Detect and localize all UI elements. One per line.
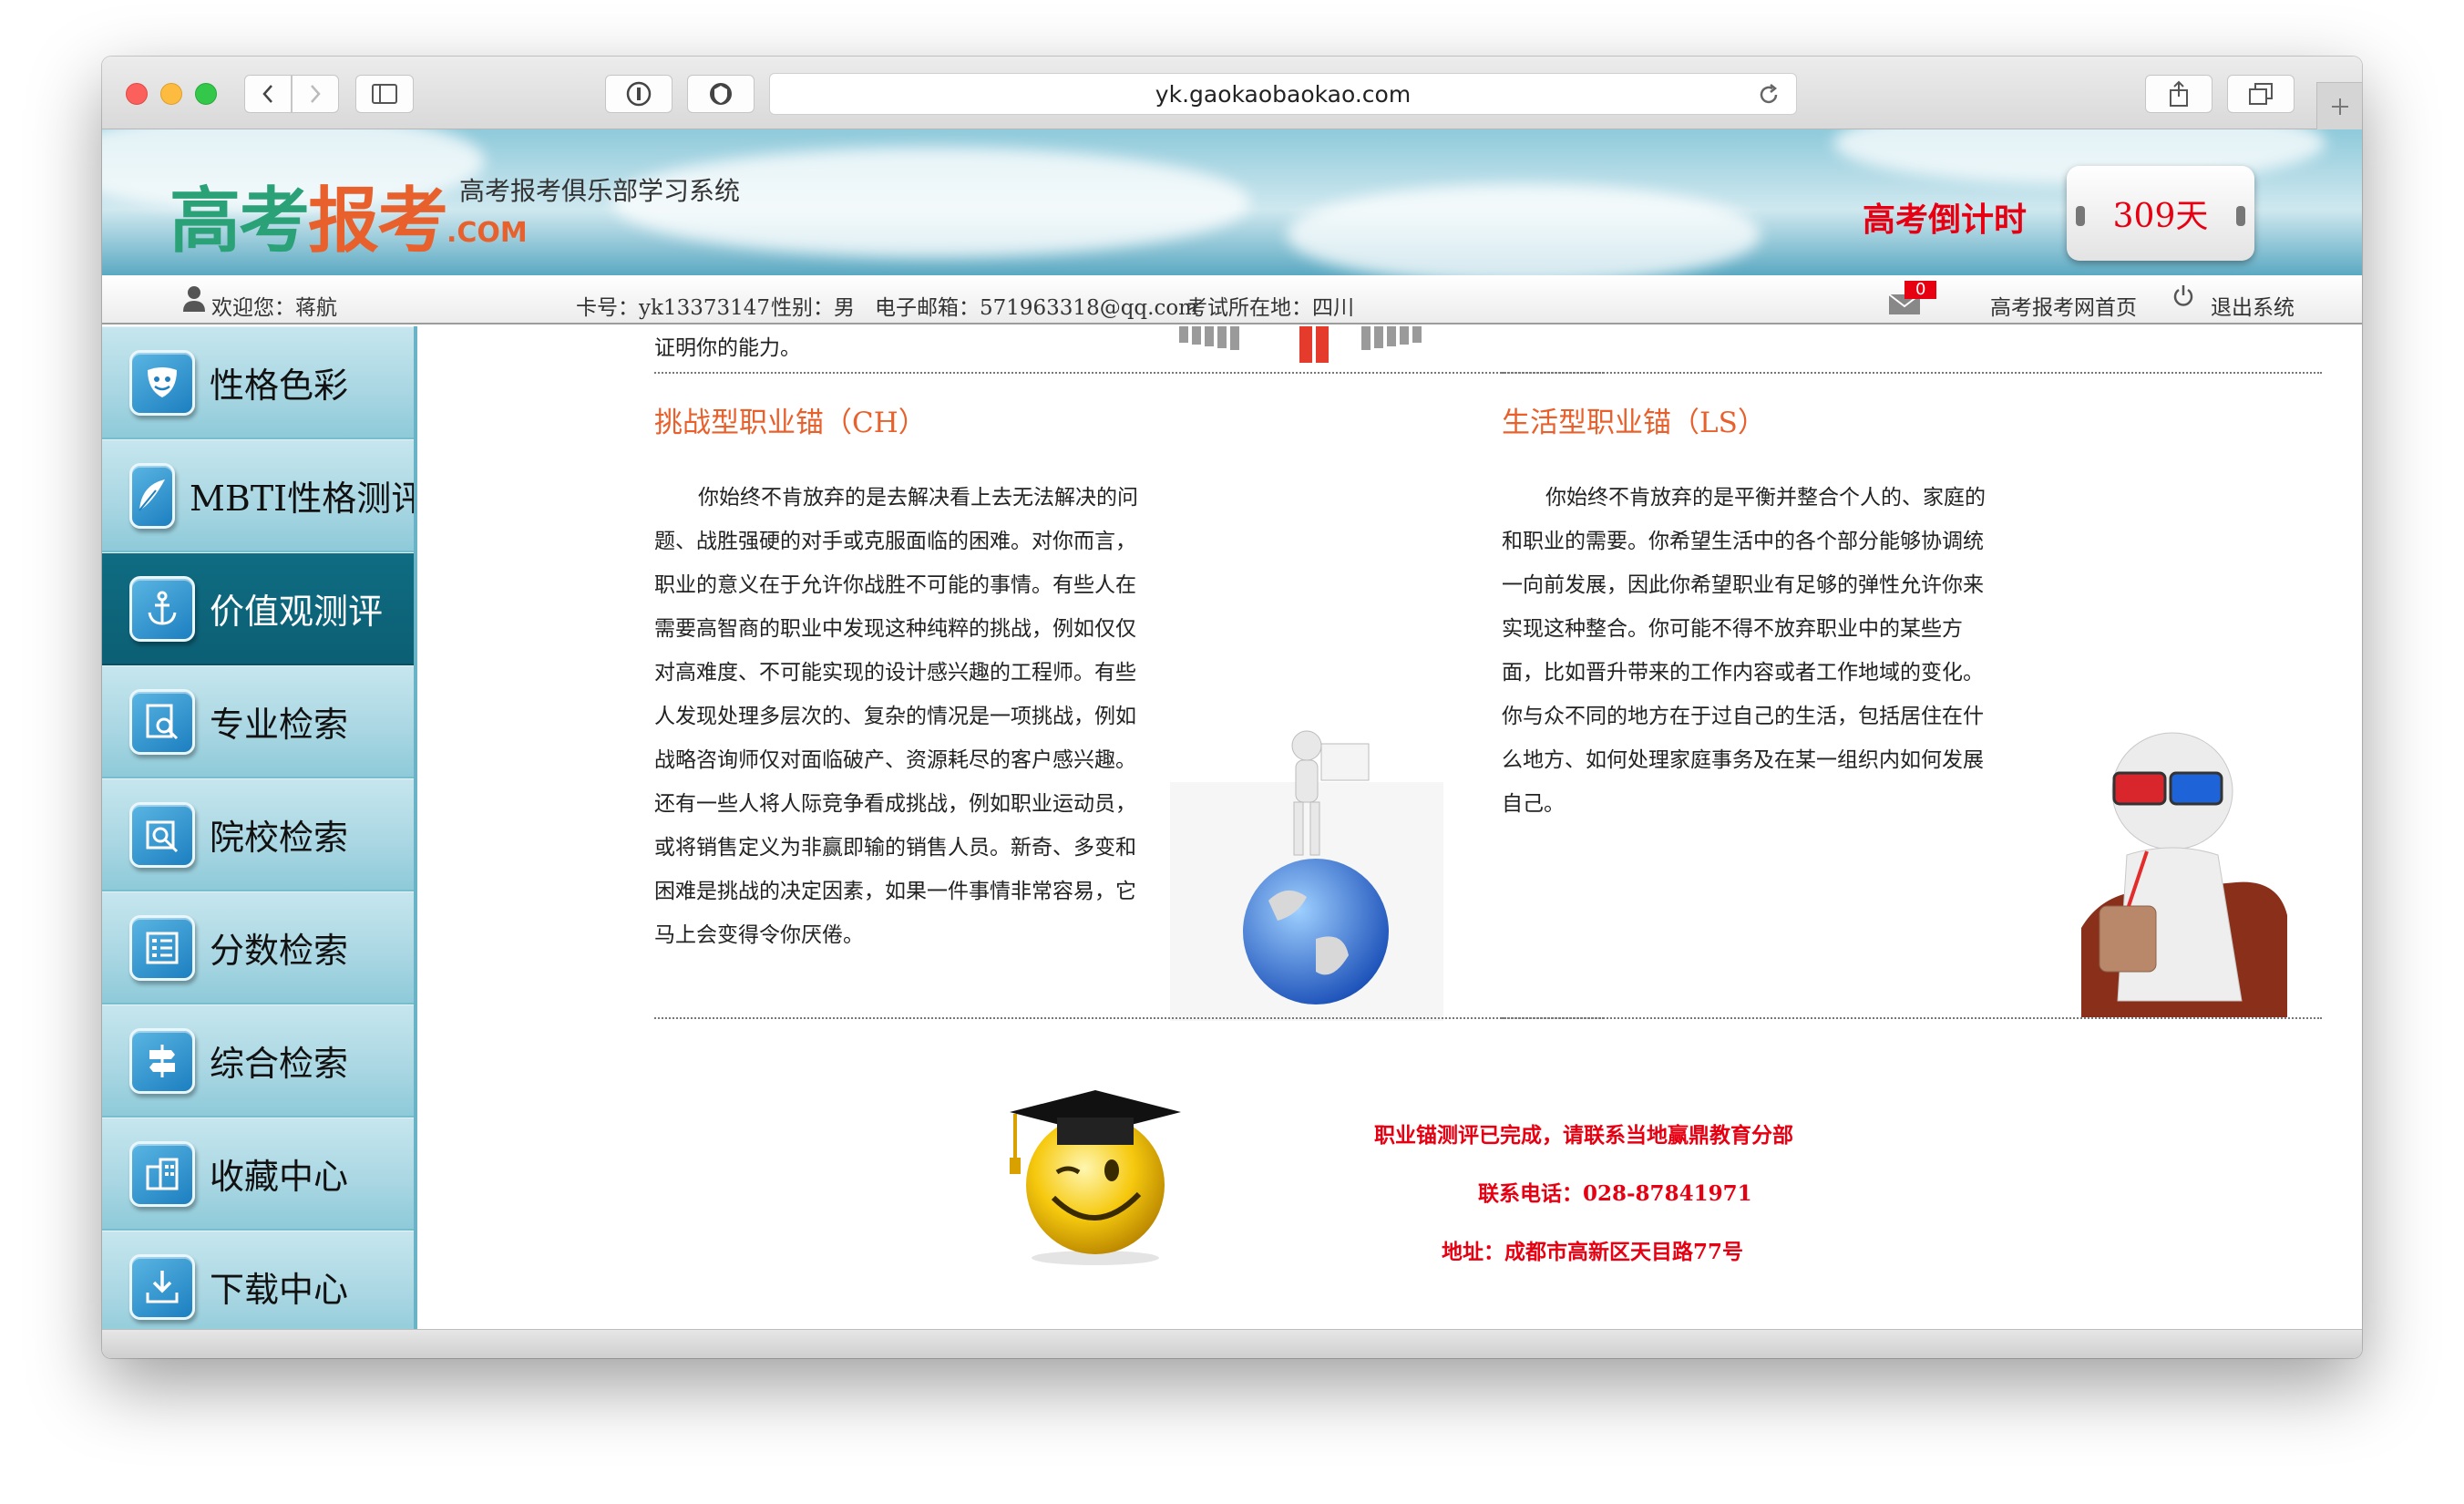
user-info-bar: 欢迎您：蒋航 卡号：yk13373147 性别：男 电子邮箱：571963318… bbox=[102, 275, 2362, 324]
site-header: 高考报考 .COM 高考报考俱乐部学习系统 高考倒计时 309天 bbox=[102, 129, 2362, 275]
sidebar-item-label: 综合检索 bbox=[210, 1044, 349, 1084]
previous-section-fragment: 证明你的能力。 bbox=[654, 336, 801, 360]
user-icon bbox=[183, 286, 205, 312]
feather-icon bbox=[129, 462, 175, 529]
divider bbox=[1502, 1017, 2322, 1019]
mask-icon bbox=[129, 349, 195, 416]
divider bbox=[654, 372, 1604, 374]
section-body-challenge: 你始终不肯放弃的是去解决看上去无法解决的问 题、战胜强硬的对手或克服面临的困难。… bbox=[654, 486, 1138, 947]
sidebar-item-label: 下载中心 bbox=[210, 1270, 349, 1310]
browser-toolbar: yk.gaokaobaokao.com bbox=[102, 57, 2362, 129]
chevron-left-icon bbox=[262, 85, 272, 103]
logo-domain-suffix: .COM bbox=[447, 217, 528, 249]
logout-link[interactable]: 退出系统 bbox=[2211, 290, 2295, 321]
school-search-icon bbox=[129, 801, 195, 868]
anchor-icon bbox=[129, 575, 195, 642]
sidebar-item-comprehensive-search[interactable]: 综合检索 bbox=[102, 1004, 414, 1118]
section-title-lifestyle: 生活型职业锚（LS） bbox=[1502, 407, 1766, 439]
crowd-illustration bbox=[1179, 326, 1422, 363]
privacy-button[interactable] bbox=[687, 75, 755, 113]
sidebar-item-label: 专业检索 bbox=[210, 705, 349, 745]
sidebar-item-personality-color[interactable]: 性格色彩 bbox=[102, 326, 414, 439]
graduate-smiley-illustration bbox=[1010, 1090, 1181, 1265]
signpost-icon bbox=[129, 1027, 195, 1094]
tabs-overview-button[interactable] bbox=[2227, 75, 2295, 113]
reload-icon[interactable] bbox=[1756, 82, 1781, 108]
countdown-value: 309天 bbox=[2112, 198, 2209, 235]
email: 电子邮箱：571963318@qq.com bbox=[875, 296, 1198, 320]
sidebar-icon bbox=[372, 84, 397, 104]
download-icon bbox=[129, 1253, 195, 1320]
sidebar-item-score-search[interactable]: 分数检索 bbox=[102, 891, 414, 1004]
shield-icon bbox=[710, 83, 732, 105]
minimize-window-button[interactable] bbox=[160, 83, 182, 105]
countdown-label: 高考倒计时 bbox=[1863, 201, 2028, 239]
tabs-icon bbox=[2249, 83, 2273, 105]
sidebar-item-values-assessment[interactable]: 价值观测评 bbox=[102, 552, 414, 665]
completion-notice: 职业锚测评已完成，请联系当地赢鼎教育分部 bbox=[1374, 1123, 1793, 1148]
mail-count-badge: 0 bbox=[1904, 281, 1937, 299]
sidebar-item-label: 性格色彩 bbox=[210, 366, 349, 406]
url-text: yk.gaokaobaokao.com bbox=[1155, 80, 1412, 108]
exam-location: 考试所在地：四川 bbox=[1186, 296, 1354, 320]
power-icon[interactable] bbox=[2172, 284, 2194, 308]
window-bottom-bar bbox=[102, 1329, 2362, 1358]
new-tab-button[interactable] bbox=[2316, 82, 2362, 129]
zoom-window-button[interactable] bbox=[195, 83, 217, 105]
countdown-display: 309天 bbox=[2067, 166, 2254, 261]
contact-address: 地址：成都市高新区天目路77号 bbox=[1442, 1240, 1744, 1264]
close-window-button[interactable] bbox=[126, 83, 148, 105]
share-icon bbox=[2170, 80, 2188, 107]
forward-button[interactable] bbox=[292, 75, 339, 113]
plus-icon bbox=[2331, 98, 2348, 115]
gender: 性别：男 bbox=[771, 296, 855, 320]
site-subtitle: 高考报考俱乐部学习系统 bbox=[459, 176, 741, 206]
sidebar-item-label: 分数检索 bbox=[210, 931, 349, 971]
chevron-right-icon bbox=[311, 85, 321, 103]
sidebar-item-mbti[interactable]: MBTI性格测评 bbox=[102, 439, 414, 552]
site-logo[interactable]: 高考报考 bbox=[169, 164, 448, 266]
divider bbox=[654, 1017, 1604, 1019]
divider bbox=[1502, 372, 2322, 374]
back-button[interactable] bbox=[244, 75, 292, 113]
reader-button[interactable] bbox=[605, 75, 672, 113]
document-search-icon bbox=[129, 688, 195, 755]
building-icon bbox=[129, 1140, 195, 1207]
sidebar-item-label: 院校检索 bbox=[210, 818, 349, 858]
share-button[interactable] bbox=[2145, 75, 2212, 113]
card-number: 卡号：yk13373147 bbox=[576, 296, 770, 320]
sidebar-nav: 性格色彩 MBTI性格测评 价值观测评 专业检索 院校检索 分数检索 综合检索 … bbox=[102, 326, 417, 1329]
globe-figure-illustration bbox=[1170, 730, 1443, 1021]
welcome-text: 欢迎您：蒋航 bbox=[211, 296, 337, 320]
main-content: 证明你的能力。 挑战型职业锚（CH） 你始终不肯放弃的是去解决看上去无法解决的问… bbox=[417, 326, 2362, 1329]
sidebar-item-school-search[interactable]: 院校检索 bbox=[102, 778, 414, 891]
3d-glasses-figure-illustration bbox=[2081, 732, 2287, 1017]
sidebar-item-favorites[interactable]: 收藏中心 bbox=[102, 1118, 414, 1231]
home-link[interactable]: 高考报考网首页 bbox=[1990, 290, 2137, 321]
browser-window: yk.gaokaobaokao.com 高考报考 .COM 高考报考俱乐部学习系… bbox=[102, 57, 2362, 1358]
address-bar[interactable]: yk.gaokaobaokao.com bbox=[769, 73, 1797, 115]
sidebar-item-label: 价值观测评 bbox=[210, 592, 384, 632]
sidebar-item-label: MBTI性格测评 bbox=[190, 479, 417, 519]
sidebar-item-downloads[interactable]: 下载中心 bbox=[102, 1231, 414, 1329]
sidebar-item-major-search[interactable]: 专业检索 bbox=[102, 665, 414, 778]
list-icon bbox=[129, 914, 195, 981]
section-body-lifestyle: 你始终不肯放弃的是平衡并整合个人的、家庭的 和职业的需要。你希望生活中的各个部分… bbox=[1502, 486, 1986, 816]
sidebar-toggle-button[interactable] bbox=[355, 75, 414, 113]
section-title-challenge: 挑战型职业锚（CH） bbox=[654, 407, 927, 439]
info-icon bbox=[626, 81, 652, 107]
sidebar-item-label: 收藏中心 bbox=[210, 1157, 349, 1197]
contact-phone: 联系电话：028-87841971 bbox=[1478, 1181, 1752, 1206]
